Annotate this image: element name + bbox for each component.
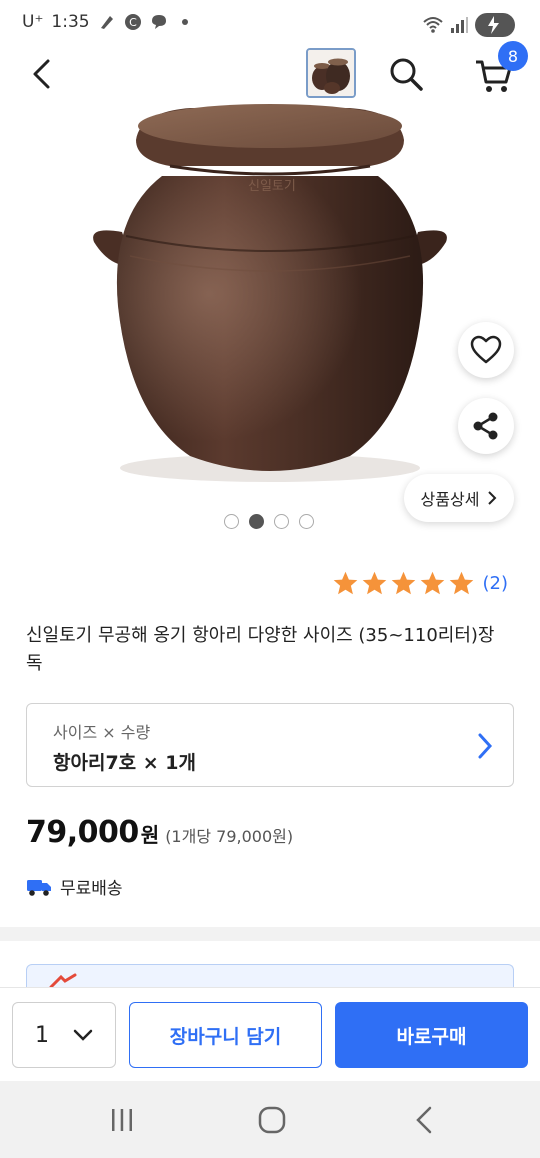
option-value: 항아리7호 × 1개: [53, 752, 196, 774]
wifi-icon: [423, 17, 443, 33]
system-back-button[interactable]: [408, 1103, 442, 1137]
add-to-cart-button[interactable]: 장바구니 담기: [129, 1002, 322, 1068]
delivery-truck-icon: [27, 879, 51, 896]
recent-apps-button[interactable]: [105, 1103, 139, 1137]
notification-pen-icon: [100, 16, 113, 29]
option-selector[interactable]: 사이즈 × 수량 항아리7호 × 1개: [26, 703, 514, 787]
carousel-dot[interactable]: [299, 514, 314, 529]
back-button[interactable]: [26, 56, 62, 92]
svg-text:신일토기: 신일토기: [248, 179, 296, 194]
star-icon: [449, 571, 473, 595]
jar-thumbnail-icon: [308, 50, 354, 96]
shipping-info: 무료배송: [26, 874, 123, 899]
cart-count-badge: 8: [498, 41, 528, 71]
signal-icon: [451, 17, 468, 33]
status-bar: U⁺ 1:35 C: [0, 0, 540, 48]
section-divider: [0, 927, 540, 941]
chevron-right-icon: [478, 733, 493, 759]
shipping-label: 무료배송: [60, 879, 123, 899]
rating-row[interactable]: (2): [332, 570, 509, 597]
product-title: 신일토기 무공해 옹기 항아리 다양한 사이즈 (35~110리터)장독: [26, 625, 495, 674]
price-value: 79,000: [26, 815, 139, 850]
buy-now-button[interactable]: 바로구매: [335, 1002, 528, 1068]
battery-charging-icon: [475, 13, 515, 37]
product-jar-image[interactable]: 신일토기: [70, 96, 470, 496]
share-button[interactable]: [458, 398, 514, 454]
star-icon: [333, 571, 357, 595]
clock: 1:35: [51, 12, 90, 32]
svg-text:C: C: [129, 16, 137, 29]
more-notifications-dot-icon: [181, 19, 188, 25]
chevron-right-icon: [488, 491, 497, 505]
product-detail-button[interactable]: 상품상세: [404, 474, 514, 522]
share-icon: [473, 412, 498, 440]
system-nav-bar: [0, 1081, 540, 1158]
purchase-bar: 1 장바구니 담기 바로구매: [0, 987, 540, 1081]
carousel-dots: [224, 514, 314, 529]
option-label: 사이즈 × 수량: [53, 723, 151, 742]
status-right: [422, 12, 518, 38]
star-icon: [362, 571, 386, 595]
price-unit: 원: [140, 823, 160, 847]
notification-chat-icon: [151, 15, 166, 29]
heart-icon: [470, 335, 502, 364]
carousel-dot[interactable]: [224, 514, 239, 529]
unit-price: (1개당 79,000원): [165, 827, 294, 846]
product-detail-label: 상품상세: [420, 490, 480, 509]
carrier-label: U⁺: [22, 12, 44, 32]
carousel-dot[interactable]: [274, 514, 289, 529]
top-header: 8: [0, 41, 540, 104]
price-row: 79,000 원 (1개당 79,000원): [26, 815, 293, 850]
chevron-down-icon: [73, 1029, 93, 1041]
like-button[interactable]: [458, 322, 514, 378]
quantity-select[interactable]: 1: [12, 1002, 116, 1068]
home-button[interactable]: [255, 1103, 289, 1137]
status-left: U⁺ 1:35 C: [22, 12, 194, 32]
quantity-value: 1: [35, 1022, 49, 1048]
product-page: U⁺ 1:35 C 8 신일토기 상품상세 (2) 신일토기 무공해 옹기 항아…: [0, 0, 540, 1158]
product-thumbnail-button[interactable]: [306, 48, 356, 98]
star-icon: [420, 571, 444, 595]
carousel-dot-active[interactable]: [249, 514, 264, 529]
notification-c-icon: C: [124, 14, 141, 30]
search-button[interactable]: [386, 54, 426, 94]
review-count-link[interactable]: (2): [483, 573, 509, 594]
star-icon: [391, 571, 415, 595]
